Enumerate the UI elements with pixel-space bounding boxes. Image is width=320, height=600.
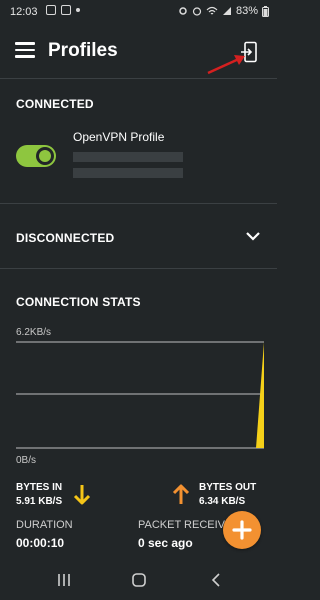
traffic-chart bbox=[16, 341, 264, 449]
stats-heading: CONNECTION STATS bbox=[16, 295, 141, 309]
profile-name[interactable]: OpenVPN Profile bbox=[73, 130, 164, 144]
wifi-icon bbox=[206, 6, 218, 15]
system-nav-bar bbox=[0, 560, 277, 600]
arrow-down-icon bbox=[73, 485, 91, 505]
status-bar: 12:03 83% bbox=[0, 0, 277, 24]
alarm-icon bbox=[192, 7, 202, 16]
bytes-out-value: 6.34 KB/S bbox=[199, 496, 246, 507]
message-icon bbox=[46, 5, 56, 15]
status-left-icons bbox=[46, 5, 80, 15]
page-title: Profiles bbox=[48, 40, 118, 61]
status-right-icons: 83% bbox=[178, 5, 269, 17]
add-profile-button[interactable] bbox=[223, 511, 261, 549]
profile-user-redacted bbox=[73, 168, 183, 178]
recents-icon[interactable] bbox=[54, 572, 74, 588]
chart-min-label: 0B/s bbox=[16, 455, 37, 466]
status-time: 12:03 bbox=[10, 6, 38, 18]
signal-icon bbox=[222, 7, 231, 15]
menu-icon[interactable] bbox=[15, 42, 35, 58]
duration-value: 00:00:10 bbox=[16, 536, 65, 550]
settings-icon bbox=[179, 7, 187, 15]
bytes-out-label: BYTES OUT bbox=[199, 482, 257, 493]
plus-icon bbox=[232, 520, 252, 540]
battery-icon bbox=[262, 5, 269, 17]
arrow-up-icon bbox=[172, 484, 190, 504]
divider bbox=[0, 203, 277, 204]
disconnected-heading: DISCONNECTED bbox=[16, 231, 115, 245]
bytes-in-value: 5.91 KB/S bbox=[16, 496, 63, 507]
home-icon[interactable] bbox=[129, 572, 149, 588]
connected-heading: CONNECTED bbox=[16, 97, 94, 111]
battery-percent: 83% bbox=[235, 5, 258, 17]
divider bbox=[0, 268, 277, 269]
traffic-spike bbox=[256, 342, 264, 448]
back-icon[interactable] bbox=[206, 572, 226, 588]
packet-received-value: 0 sec ago bbox=[138, 536, 193, 550]
duration-label: DURATION bbox=[16, 519, 73, 531]
bytes-in-label: BYTES IN bbox=[16, 482, 63, 493]
image-icon bbox=[61, 5, 71, 15]
profile-toggle[interactable] bbox=[16, 145, 56, 167]
annotation-arrow-icon bbox=[207, 55, 245, 75]
chevron-down-icon[interactable] bbox=[245, 230, 261, 242]
divider bbox=[0, 78, 277, 79]
profile-server-redacted bbox=[73, 152, 183, 162]
dot-icon bbox=[76, 8, 80, 12]
